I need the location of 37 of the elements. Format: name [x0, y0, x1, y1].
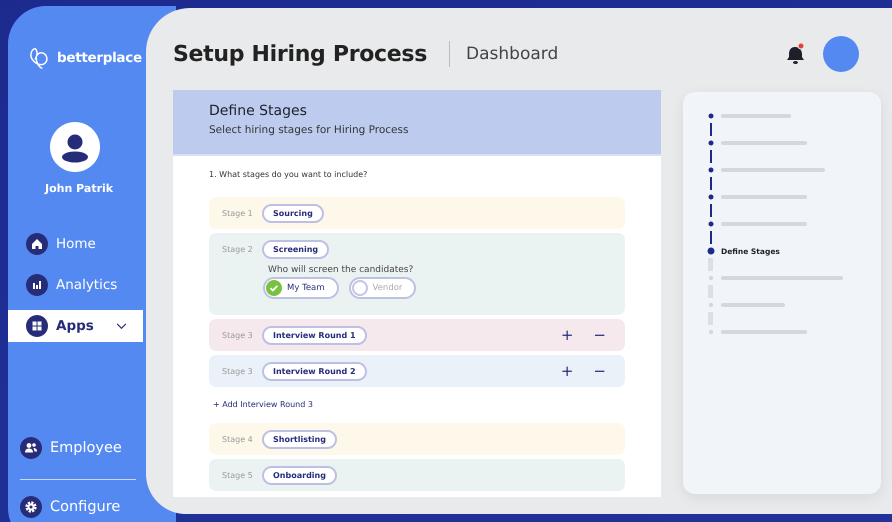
card-subtitle: Select hiring stages for Hiring Process — [209, 124, 410, 136]
add-button[interactable]: + — [554, 362, 580, 380]
brand-name: betterplace — [57, 50, 142, 66]
stage-chip[interactable]: Interview Round 2 — [262, 362, 367, 380]
stage-label: Stage 2 — [222, 244, 254, 254]
people-icon — [20, 437, 42, 459]
radio-option[interactable]: My Team — [263, 277, 339, 299]
check-icon — [266, 280, 282, 296]
breadcrumb: Dashboard — [466, 44, 558, 64]
user-avatar-icon — [50, 122, 100, 172]
bar-chart-icon — [26, 274, 48, 296]
grid-icon — [26, 315, 48, 337]
stage-label: Stage 4 — [222, 434, 254, 444]
user-name: John Patrik — [45, 182, 114, 195]
add-button[interactable]: + — [554, 326, 580, 344]
remove-button[interactable]: − — [587, 326, 612, 344]
question-text: 1. What stages do you want to include? — [209, 170, 368, 179]
stage-chip[interactable]: Onboarding — [262, 466, 337, 484]
stage-chip[interactable]: Interview Round 1 — [262, 326, 367, 344]
remove-button[interactable]: − — [587, 362, 612, 380]
card-title: Define Stages — [209, 103, 308, 119]
stage-label: Stage 5 — [222, 470, 254, 480]
home-icon — [26, 233, 48, 255]
nav-item[interactable]: Apps — [8, 310, 143, 342]
stage-chip[interactable]: Screening — [262, 240, 330, 258]
stage-chip[interactable]: Sourcing — [262, 204, 324, 222]
stage-label: Stage 1 — [222, 208, 254, 218]
profile-avatar[interactable] — [823, 36, 859, 72]
notification-bell-icon[interactable] — [785, 42, 807, 66]
stage-label: Stage 3 — [222, 330, 254, 340]
add-round-link[interactable]: + Add Interview Round 3 — [213, 400, 313, 409]
radio-circle-icon — [352, 280, 368, 296]
stage-label: Stage 3 — [222, 366, 254, 376]
settings-icon — [20, 496, 42, 518]
screening-question: Who will screen the candidates? — [268, 265, 414, 275]
stage-chip[interactable]: Shortlisting — [262, 430, 337, 448]
page-title: Setup Hiring Process — [173, 42, 428, 66]
